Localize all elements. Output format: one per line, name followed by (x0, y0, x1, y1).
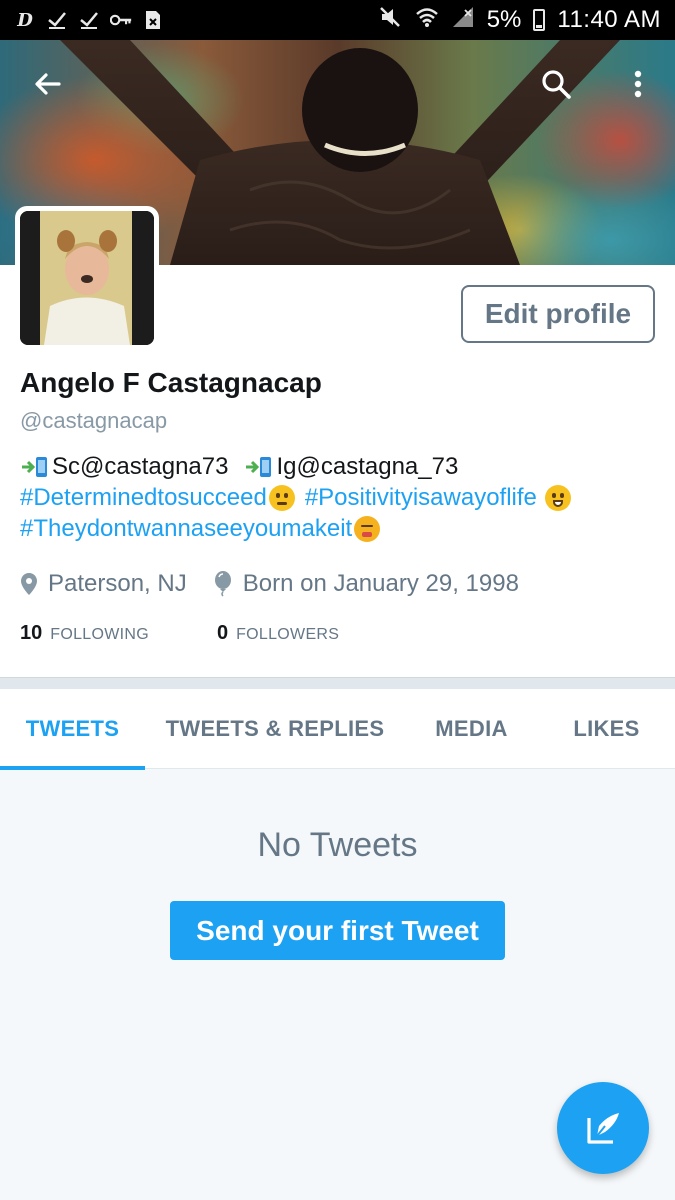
arrow-left-icon (35, 73, 61, 95)
wifi-icon (415, 6, 439, 34)
bio-line-3: #Theydontwannaseeyoumakeit (20, 513, 660, 544)
balloon-icon (214, 571, 231, 597)
profile-bio: Sc@castagna73 Ig@castagna_73 #Determined… (20, 451, 660, 544)
persevering-face-emoji-icon (354, 515, 381, 542)
followers-link[interactable]: 0 FOLLOWERS (217, 622, 339, 645)
signal-icon (451, 6, 475, 34)
tab-media[interactable]: MEDIA (405, 689, 538, 769)
phone-arrow-icon (20, 455, 50, 479)
birthday-text: Born on January 29, 1998 (242, 570, 519, 597)
empty-state-title: No Tweets (257, 826, 418, 864)
key-icon (110, 9, 132, 31)
avatar-photo-graphic (20, 211, 154, 345)
followers-count: 0 (216, 622, 229, 644)
sim-icon (142, 9, 164, 31)
following-link[interactable]: 10 FOLLOWING (20, 622, 149, 645)
avatar-image (20, 211, 154, 345)
mute-icon (379, 6, 403, 34)
tab-tweets[interactable]: TWEETS (0, 689, 145, 770)
back-button[interactable] (26, 62, 70, 106)
status-bar-left: D (0, 9, 164, 31)
more-vert-icon (634, 70, 642, 98)
compose-tweet-icon (587, 1113, 619, 1144)
followers-label: FOLLOWERS (236, 626, 340, 643)
more-options-button[interactable] (620, 62, 656, 106)
bio-snapchat: Sc@castagna73 (52, 453, 229, 480)
clock: 11:40 AM (557, 6, 661, 33)
search-icon (542, 70, 571, 99)
avatar[interactable] (15, 206, 159, 350)
bio-instagram: Ig@castagna_73 (276, 453, 459, 480)
status-bar-right: 5% 11:40 AM (379, 0, 661, 40)
following-count: 10 (20, 622, 43, 644)
hashtag-link[interactable]: #Theydontwannaseeyoumakeit (20, 513, 352, 544)
section-divider (0, 677, 675, 689)
birthday: Born on January 29, 1998 (213, 570, 519, 598)
profile-meta: Paterson, NJ Born on January 29, 1998 (20, 570, 545, 598)
battery-percent: 5% (486, 6, 522, 33)
following-label: FOLLOWING (50, 626, 149, 643)
phone-arrow-icon (244, 455, 274, 479)
status-bar: D 5% 11:40 AM (0, 0, 675, 40)
location-pin-icon (21, 573, 37, 595)
bio-line-2: #Determinedtosucceed #Positivityisawayof… (20, 482, 660, 513)
compose-tweet-button[interactable] (557, 1082, 649, 1174)
grinning-face-emoji-icon (544, 484, 571, 511)
tab-tweets-and-replies[interactable]: TWEETS & REPLIES (145, 689, 405, 769)
bio-line-1: Sc@castagna73 Ig@castagna_73 (20, 451, 660, 482)
check-icon (46, 9, 68, 31)
profile-handle: @castagnacap (20, 408, 168, 433)
tab-likes[interactable]: LIKES (538, 689, 675, 769)
battery-icon (533, 9, 546, 31)
location: Paterson, NJ (20, 570, 187, 598)
d-app-icon: D (17, 9, 33, 31)
profile-name: Angelo F Castagnacap (20, 367, 322, 398)
edit-profile-button[interactable]: Edit profile (461, 285, 655, 343)
hashtag-link[interactable]: #Positivityisawayoflife (305, 482, 537, 513)
neutral-face-emoji-icon (268, 484, 295, 511)
check-icon (78, 9, 100, 31)
profile-tabs: TWEETS TWEETS & REPLIES MEDIA LIKES (0, 689, 675, 770)
follow-counts: 10 FOLLOWING 0 FOLLOWERS (20, 622, 407, 645)
location-text: Paterson, NJ (48, 570, 187, 597)
search-button[interactable] (534, 62, 578, 106)
send-first-tweet-button[interactable]: Send your first Tweet (170, 901, 505, 960)
hashtag-link[interactable]: #Determinedtosucceed (20, 482, 267, 513)
